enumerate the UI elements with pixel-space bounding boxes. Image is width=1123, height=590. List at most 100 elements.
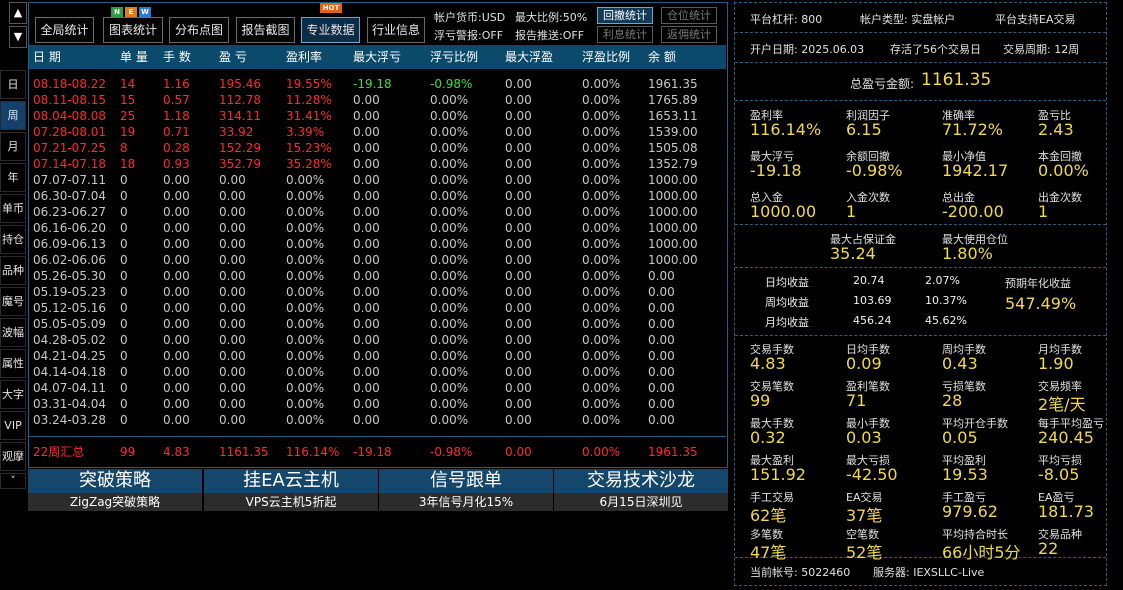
table-cell: 19.55% [286,77,332,91]
stat-value: 2.43 [1038,120,1074,139]
table-cell: 0.00 [163,237,190,251]
new-badge-e: E [125,7,137,17]
toolbar-button[interactable]: 图表统计 [103,17,163,43]
table-cell: 0.00% [582,317,621,331]
table-cell: 0.00 [219,397,246,411]
promo-subtitle: 6月15日深圳见 [554,493,728,511]
table-cell: 0.00 [163,349,190,363]
report-push-label[interactable]: 报告推送:OFF [515,27,584,43]
toolbar-button[interactable]: 全局统计 [35,17,94,43]
table-cell: 0.00% [582,413,621,427]
toolbar-button[interactable]: 专业数据 [301,17,360,43]
total-pnl-label: 总盈亏金额: [850,77,915,91]
table-cell: 1765.89 [648,93,698,107]
table-row: 05.05-05.09 0 0.00 0.00 0.00% 0.00 0.00% 0.00 0.… [29,316,726,332]
table-row: 07.21-07.25 8 0.28 152.29 15.23% 0.00 0.00% 0.0… [29,140,726,156]
table-cell: 0 [120,253,128,267]
table-cell: 0 [120,317,128,331]
table-cell: 06.16-06.20 [33,221,107,235]
table-cell: 0.00% [430,381,469,395]
summary-cell: 0.00% [582,445,621,459]
table-cell: 0.00% [430,109,469,123]
table-cell: 0.00 [163,301,190,315]
table-cell: 04.21-04.25 [33,349,107,363]
nav-item[interactable]: 年 [0,163,26,192]
drawdown-stats-button[interactable]: 回撤统计 [597,7,653,24]
promo-banner[interactable]: 交易技术沙龙 6月15日深圳见 [554,469,728,511]
table-cell: 0.00% [430,397,469,411]
table-cell: 0.00 [219,413,246,427]
toolbar-button[interactable]: 报告截图 [236,17,295,43]
max-margin-value: 35.24 [830,244,876,263]
stat-value: 0.03 [846,428,882,447]
nav-item[interactable]: 波幅 [0,318,26,347]
nav-item[interactable]: 属性 [0,349,26,378]
table-row: 08.11-08.15 15 0.57 112.78 11.28% 0.00 0.00% 0.… [29,92,726,108]
table-cell: 1.16 [163,77,190,91]
float-alert-label[interactable]: 浮亏警报:OFF [434,27,503,43]
account-dates: 开户日期: 2025.06.03 存活了56个交易日 交易周期: 12周 [735,32,1106,63]
table-cell: 0.00 [163,317,190,331]
nav-item[interactable]: 品种 [0,256,26,285]
table-cell: 0.00% [286,301,325,315]
promo-title[interactable]: 交易技术沙龙 [554,469,728,493]
position-stats-button[interactable]: 仓位统计 [661,7,717,24]
nav-item[interactable]: ˅ [0,473,26,489]
promo-banner[interactable]: 信号跟单 3年信号月化15% [379,469,553,511]
stat-value: -200.00 [942,202,1004,221]
promo-title[interactable]: 突破策略 [28,469,202,493]
table-cell: 0.00% [430,237,469,251]
table-cell: 1000.00 [648,173,698,187]
nav-item[interactable]: 持仓 [0,225,26,254]
scroll-down-button[interactable]: ▼ [9,26,27,48]
nav-item[interactable]: 单币 [0,194,26,223]
promo-banner[interactable]: 挂EA云主机 VPS云主机5折起 [204,469,378,511]
table-cell: 0.00 [219,253,246,267]
table-cell: 0.00 [163,205,190,219]
summary-cell: 0.00 [505,445,532,459]
interest-stats-button[interactable]: 利息统计 [597,26,653,43]
promo-banner[interactable]: 突破策略 ZigZag突破策略 [28,469,202,511]
promo-title[interactable]: 挂EA云主机 [204,469,378,493]
table-row: 06.09-06.13 0 0.00 0.00 0.00% 0.00 0.00% 0.00 0.… [29,236,726,252]
table-cell: 0.00 [505,237,532,251]
summary-cell: 99 [120,445,136,459]
table-cell: 0.00 [219,221,246,235]
table-cell: 05.05-05.09 [33,317,107,331]
survived-days: 存活了56个交易日 [890,43,981,56]
table-cell: 0.00% [286,397,325,411]
table-cell: 0.00% [582,77,621,91]
table-row: 07.07-07.11 0 0.00 0.00 0.00% 0.00 0.00% 0.00 0.… [29,172,726,188]
scroll-up-button[interactable]: ▲ [9,2,27,24]
table-cell: 0.93 [163,157,190,171]
table-cell: 0.00 [163,285,190,299]
nav-item[interactable]: 周 [0,101,26,130]
table-cell: 0.00 [353,205,380,219]
table-cell: 0.00% [582,109,621,123]
table-cell: 0.00% [582,269,621,283]
table-cell: 0.00 [219,285,246,299]
toolbar-button[interactable]: 行业信息 [367,17,425,43]
toolbar-button[interactable]: 分布点图 [169,17,229,43]
table-cell: 0.00 [163,269,190,283]
table-cell: 0.00% [430,93,469,107]
table-cell: 0.00 [505,365,532,379]
nav-item[interactable]: 魔号 [0,287,26,316]
nav-item[interactable]: VIP [0,411,26,440]
nav-item[interactable]: 月 [0,132,26,161]
nav-item[interactable]: 大字 [0,380,26,409]
table-cell: 0.00 [219,173,246,187]
promo-title[interactable]: 信号跟单 [379,469,553,493]
nav-item[interactable]: 日 [0,70,26,99]
table-cell: 19 [120,125,136,139]
trade-period: 交易周期: 12周 [1003,43,1080,56]
max-ratio-label[interactable]: 最大比例:50% [515,9,587,25]
table-cell: 0.00 [505,205,532,219]
table-row: 04.07-04.11 0 0.00 0.00 0.00% 0.00 0.00% 0.00 0.… [29,380,726,396]
table-cell: 0.00 [648,365,675,379]
avg-percent: 2.07% [925,274,960,287]
table-cell: 05.26-05.30 [33,269,107,283]
table-cell: 0.00 [505,349,532,363]
nav-item[interactable]: 观摩 [0,442,26,471]
rebate-stats-button[interactable]: 返佣统计 [661,26,717,43]
